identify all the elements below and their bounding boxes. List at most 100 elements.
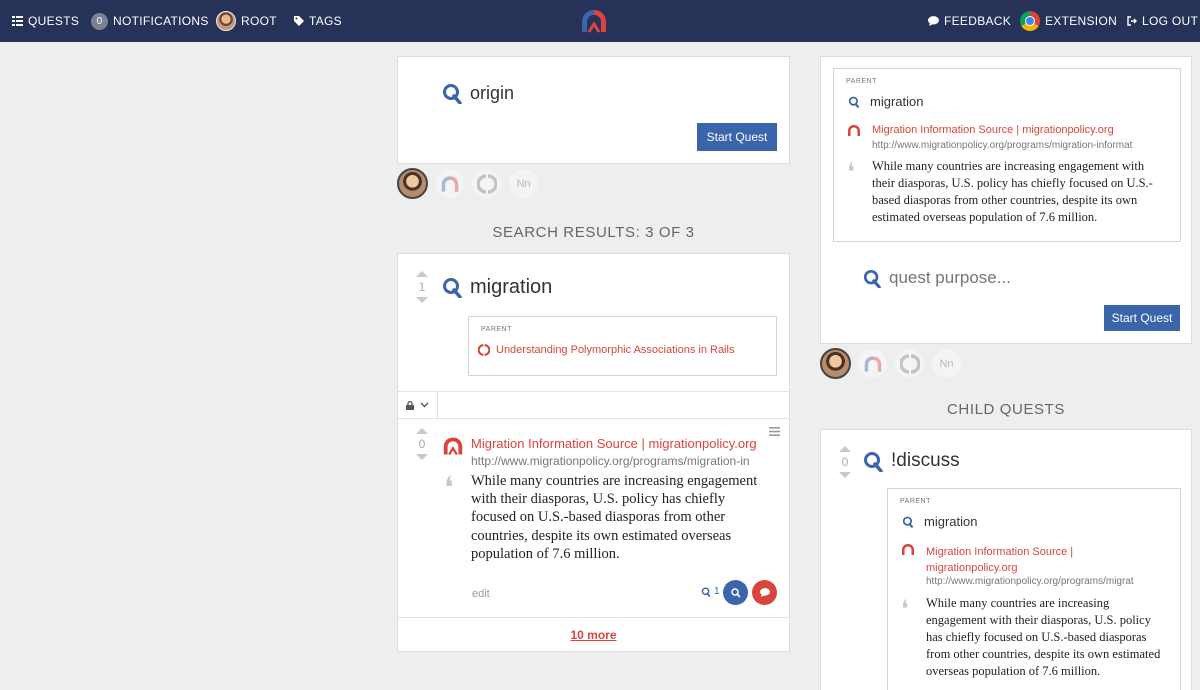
quest-icon xyxy=(864,451,883,472)
quest-icon xyxy=(863,269,881,288)
parent-source-title[interactable]: Migration Information Source | migration… xyxy=(872,124,1114,136)
quest-icon xyxy=(848,96,860,108)
lock-icon xyxy=(406,400,414,410)
nav-logout[interactable]: LOG OUT xyxy=(1127,0,1198,42)
origin-title-row: origin xyxy=(442,83,514,104)
nav-extension[interactable]: EXTENSION xyxy=(1020,0,1117,42)
avatar[interactable] xyxy=(397,168,428,199)
top-nav: QUESTS 0 NOTIFICATIONS ROOT TAGS FEEDBAC… xyxy=(0,0,1200,42)
quest-count-value: 1 xyxy=(714,586,720,597)
result-toolbar xyxy=(398,391,789,419)
parent-title-row[interactable]: migration xyxy=(902,514,977,529)
parent-source-url[interactable]: http://www.migrationpolicy.org/programs/… xyxy=(872,140,1170,151)
parent-label: PARENT xyxy=(846,78,877,85)
child-parent-box: PARENT migration Migration Information S… xyxy=(887,488,1181,690)
child-source-url[interactable]: http://www.migrationpolicy.org/programs/… xyxy=(926,576,1170,587)
child-source-title[interactable]: Migration Information Source | migration… xyxy=(926,544,1073,576)
quest-icon xyxy=(443,84,462,104)
ring-avatar-icon[interactable] xyxy=(471,168,502,199)
comment-button[interactable] xyxy=(752,580,777,605)
more-row: 10 more xyxy=(398,617,789,651)
nav-tags[interactable]: TAGS xyxy=(294,0,342,42)
parent-link: Understanding Polymorphic Associations i… xyxy=(496,344,735,356)
downvote-button[interactable] xyxy=(416,454,428,460)
nav-notifications[interactable]: 0 NOTIFICATIONS xyxy=(91,0,209,42)
nav-feedback-label: FEEDBACK xyxy=(944,14,1012,28)
parent-title-row[interactable]: migration xyxy=(848,94,923,109)
downvote-button[interactable] xyxy=(416,297,428,303)
nav-root[interactable]: ROOT xyxy=(216,0,277,42)
result-vote-count: 1 xyxy=(418,280,426,294)
parent-quote: While many countries are increasing enga… xyxy=(872,159,1153,224)
brand-avatar-icon[interactable] xyxy=(857,348,888,379)
downvote-button[interactable] xyxy=(839,472,851,478)
upvote-button[interactable] xyxy=(839,446,851,452)
child-vote: 0 xyxy=(839,446,851,478)
right-participants-row: Nn xyxy=(820,348,962,379)
brand-logo[interactable] xyxy=(580,8,608,34)
more-link[interactable]: 10 more xyxy=(570,628,616,642)
quest-icon xyxy=(443,278,462,298)
entry-url[interactable]: http://www.migrationpolicy.org/programs/… xyxy=(471,454,753,468)
user-avatar xyxy=(216,11,236,31)
parent-title: migration xyxy=(870,94,924,109)
child-quests-heading: CHILD QUESTS xyxy=(946,401,1066,418)
child-title: !discuss xyxy=(891,450,960,471)
upvote-button[interactable] xyxy=(416,271,428,277)
nav-extension-label: EXTENSION xyxy=(1045,14,1118,28)
parent-label: PARENT xyxy=(481,326,512,333)
search-button[interactable] xyxy=(723,580,748,605)
result-title-row[interactable]: migration xyxy=(442,276,552,299)
ring-avatar-icon[interactable] xyxy=(894,348,925,379)
edit-link[interactable]: edit xyxy=(472,588,490,600)
parent-link-row[interactable]: Understanding Polymorphic Associations i… xyxy=(478,344,734,356)
quest-icon xyxy=(701,586,711,597)
result-title: migration xyxy=(470,276,553,298)
notification-count-badge: 0 xyxy=(91,12,108,30)
child-quest-card: 0 !discuss PARENT migration Migration In… xyxy=(820,429,1192,690)
source-icon xyxy=(902,544,914,555)
start-quest-button[interactable]: Start Quest xyxy=(697,123,777,151)
quest-purpose-input[interactable] xyxy=(889,268,1089,288)
entry-vote: 0 xyxy=(416,428,428,460)
parent-title: migration xyxy=(924,514,978,529)
nav-logout-label: LOG OUT xyxy=(1142,14,1199,28)
search-results-heading: SEARCH RESULTS: 3 OF 3 xyxy=(492,224,695,241)
comment-icon xyxy=(759,588,770,597)
upvote-button[interactable] xyxy=(416,428,428,434)
quote-icon: ❛ xyxy=(444,472,454,505)
source-icon xyxy=(848,125,860,136)
avatar[interactable] xyxy=(820,348,851,379)
nav-root-label: ROOT xyxy=(241,14,277,28)
ring-icon xyxy=(478,344,490,356)
quote-icon: ❛ xyxy=(901,597,909,623)
nav-notifications-label: NOTIFICATIONS xyxy=(113,14,209,28)
chevron-down-icon xyxy=(420,402,429,408)
entry-quote: While many countries are increasing enga… xyxy=(471,473,758,562)
hamburger-icon[interactable] xyxy=(769,427,780,436)
chrome-icon xyxy=(1020,11,1040,31)
quest-count[interactable]: 1 xyxy=(701,586,720,597)
nav-feedback[interactable]: FEEDBACK xyxy=(928,0,1011,42)
source-icon xyxy=(443,437,463,456)
quest-icon xyxy=(902,516,914,528)
brand-avatar-icon[interactable] xyxy=(434,168,465,199)
child-source-title-line1: Migration Information Source | xyxy=(926,546,1074,558)
child-vote-count: 0 xyxy=(841,455,849,469)
search-result-card: 1 migration PARENT Understanding Polymor… xyxy=(397,253,790,652)
quote-icon: ❛ xyxy=(847,160,855,186)
privacy-toggle[interactable] xyxy=(398,392,438,418)
comment-icon xyxy=(928,16,939,26)
entry-source-title[interactable]: Migration Information Source | migration… xyxy=(471,436,757,451)
purpose-row xyxy=(863,268,1089,288)
parent-label: PARENT xyxy=(900,498,931,505)
initials-avatar[interactable]: Nn xyxy=(931,348,962,379)
new-quest-card: PARENT migration Migration Information S… xyxy=(820,56,1192,344)
nav-quests[interactable]: QUESTS xyxy=(12,0,79,42)
child-title-row[interactable]: !discuss xyxy=(863,450,960,472)
nav-tags-label: TAGS xyxy=(309,14,342,28)
initials-avatar[interactable]: Nn xyxy=(508,168,539,199)
tag-icon xyxy=(294,16,304,26)
entry-vote-count: 0 xyxy=(418,437,426,451)
start-quest-button[interactable]: Start Quest xyxy=(1104,305,1180,331)
